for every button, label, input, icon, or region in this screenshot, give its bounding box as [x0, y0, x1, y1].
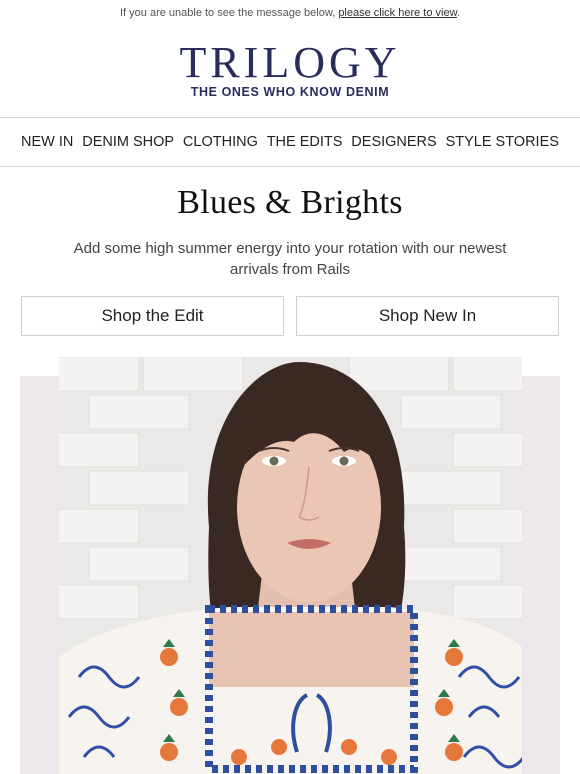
nav-item-clothing[interactable]: CLOTHING: [183, 134, 258, 150]
preheader-text: If you are unable to see the message bel…: [120, 7, 339, 19]
nav-item-designers[interactable]: DESIGNERS: [351, 134, 436, 150]
preheader: If you are unable to see the message bel…: [0, 7, 580, 19]
main-nav: NEW IN DENIM SHOP CLOTHING THE EDITS DES…: [0, 118, 580, 166]
nav-item-the-edits[interactable]: THE EDITS: [267, 134, 343, 150]
nav-bottom-divider: [0, 166, 580, 167]
preheader-suffix: .: [456, 7, 460, 19]
hero-image[interactable]: [59, 357, 522, 774]
shop-new-in-button[interactable]: Shop New In: [296, 296, 559, 336]
nav-item-denim-shop[interactable]: DENIM SHOP: [82, 134, 174, 150]
view-online-link[interactable]: please click here to view: [338, 7, 457, 19]
nav-item-new-in[interactable]: NEW IN: [21, 134, 73, 150]
brand-tagline: THE ONES WHO KNOW DENIM: [190, 85, 390, 99]
brand-logo[interactable]: TRILOGY: [0, 40, 580, 86]
section-subcopy: Add some high summer energy into your ro…: [73, 240, 507, 278]
section-headline: Blues & Brights: [177, 184, 403, 221]
model-photo-icon: [59, 357, 522, 774]
nav-item-style-stories[interactable]: STYLE STORIES: [446, 134, 559, 150]
shop-the-edit-button[interactable]: Shop the Edit: [21, 296, 284, 336]
